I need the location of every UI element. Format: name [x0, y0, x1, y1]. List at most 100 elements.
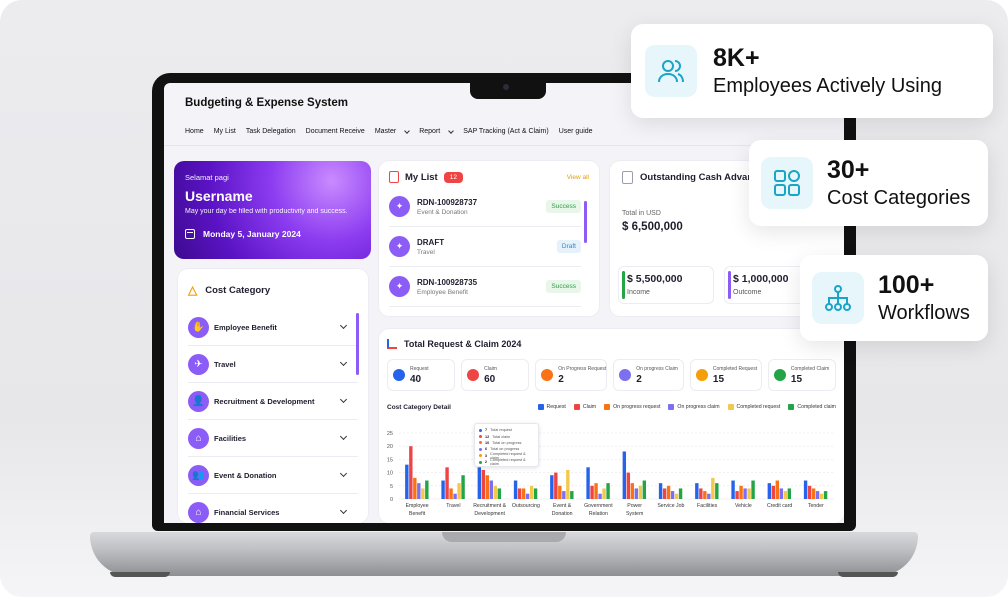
chart-bar[interactable]	[775, 480, 780, 499]
chevron-down-icon[interactable]	[339, 469, 348, 478]
view-all-link[interactable]: View all	[567, 174, 589, 181]
cost-category-item[interactable]: ⌂ Financial Services	[188, 494, 358, 523]
chart-bar[interactable]	[658, 483, 663, 499]
chart-bar[interactable]	[783, 491, 788, 499]
chart-bar[interactable]	[485, 475, 490, 499]
chart-bar[interactable]	[493, 485, 498, 499]
nav-item[interactable]: User guide	[559, 128, 593, 135]
chart-bar[interactable]	[630, 483, 635, 499]
stat-card: On progress Claim 2	[613, 359, 684, 391]
cost-category-item[interactable]: ⌂ Facilities	[188, 420, 358, 457]
chart-bar[interactable]	[678, 488, 683, 499]
chart-bar[interactable]	[521, 488, 526, 499]
chart-bar[interactable]	[586, 467, 590, 499]
chevron-down-icon[interactable]	[339, 358, 348, 367]
chart-bar[interactable]	[735, 491, 739, 499]
chart-bar[interactable]	[517, 488, 522, 499]
cost-category-item[interactable]: ✈ Travel	[188, 346, 358, 383]
my-list-item[interactable]: ✦ RDN-100928737 Event & Donation Success	[389, 187, 581, 227]
chart-bar[interactable]	[554, 472, 558, 499]
chevron-down-icon[interactable]	[339, 506, 348, 515]
chart-bar[interactable]	[666, 485, 671, 499]
chart-bar[interactable]	[747, 488, 751, 499]
chevron-down-icon[interactable]	[339, 321, 348, 330]
cost-category-item[interactable]: ✋ Employee Benefit	[188, 309, 358, 346]
chart-bar[interactable]	[767, 483, 772, 499]
chart-bar[interactable]	[707, 493, 711, 499]
chart-bar[interactable]	[481, 469, 486, 499]
cost-category-item[interactable]: 👥 Event & Donation	[188, 457, 358, 494]
chart-bar[interactable]	[558, 485, 562, 499]
chart-bar[interactable]	[699, 488, 703, 499]
chart-bar[interactable]	[819, 493, 824, 499]
chart-bar[interactable]	[562, 491, 566, 499]
chart-bar[interactable]	[731, 480, 735, 499]
chart-bar[interactable]	[811, 488, 816, 499]
nav-item[interactable]: Report	[419, 127, 455, 135]
chart-bar[interactable]	[457, 483, 461, 499]
chart-bar[interactable]	[405, 464, 409, 499]
chart-bar[interactable]	[513, 480, 518, 499]
chart-bar[interactable]	[602, 488, 606, 499]
nav-item[interactable]: Document Receive	[306, 128, 365, 135]
chart-bar[interactable]	[409, 446, 413, 499]
chart-bar[interactable]	[642, 480, 647, 499]
chart-bar[interactable]	[771, 485, 776, 499]
chart-bar[interactable]	[670, 491, 675, 499]
chart-bar[interactable]	[674, 493, 679, 499]
chart-bar[interactable]	[497, 488, 502, 499]
chart-bar[interactable]	[413, 477, 417, 499]
chevron-down-icon[interactable]	[339, 432, 348, 441]
chart-bar[interactable]	[566, 469, 570, 499]
chart-bar[interactable]	[606, 483, 610, 499]
chart-bar[interactable]	[594, 483, 598, 499]
my-list-scrollbar[interactable]	[584, 201, 587, 243]
chart-bar[interactable]	[533, 488, 538, 499]
chart-bar[interactable]	[570, 491, 574, 499]
chart-bar[interactable]	[489, 480, 494, 499]
nav-item[interactable]: SAP Tracking (Act & Claim)	[463, 128, 548, 135]
my-list-item[interactable]: ✦ DRAFT Travel Draft	[389, 227, 581, 267]
chart-bar[interactable]	[803, 480, 808, 499]
chart-bar[interactable]	[743, 488, 747, 499]
nav-item[interactable]: Home	[185, 128, 204, 135]
chevron-down-icon[interactable]	[339, 395, 348, 404]
cost-category-item[interactable]: 👤 Recruitment & Development	[188, 383, 358, 420]
chart-bar[interactable]	[807, 485, 812, 499]
nav-item[interactable]: My List	[214, 128, 236, 135]
chart-bar[interactable]	[751, 480, 755, 499]
chart-bar[interactable]	[529, 485, 534, 499]
chart-bar[interactable]	[823, 491, 828, 499]
chart-bar[interactable]	[417, 483, 421, 499]
chart-bar[interactable]	[449, 488, 453, 499]
chart-bar[interactable]	[598, 493, 602, 499]
chart-bar[interactable]	[453, 493, 457, 499]
chart-bar[interactable]	[695, 483, 699, 499]
chart-bar[interactable]	[662, 488, 667, 499]
chart-bar[interactable]	[425, 480, 429, 499]
chart-bar[interactable]	[715, 483, 719, 499]
nav-item[interactable]: Task Delegation	[246, 128, 296, 135]
chart-bar[interactable]	[787, 488, 792, 499]
chart-bar[interactable]	[477, 467, 482, 499]
chart-bar[interactable]	[441, 480, 445, 499]
income-indicator	[622, 271, 625, 299]
my-list-item[interactable]: ✦ RDN-100928735 Employee Benefit Success	[389, 267, 581, 307]
chart-bar[interactable]	[711, 477, 715, 499]
chart-bar[interactable]	[638, 485, 643, 499]
chart-bar[interactable]	[739, 485, 743, 499]
chart-bar[interactable]	[815, 491, 820, 499]
chart-bar[interactable]	[445, 467, 449, 499]
chart-bar[interactable]	[525, 493, 530, 499]
chart-bar[interactable]	[590, 485, 594, 499]
chart-bar[interactable]	[703, 491, 707, 499]
chart-bar[interactable]	[779, 488, 784, 499]
chart-bar[interactable]	[634, 488, 639, 499]
chart-bar[interactable]	[461, 475, 465, 499]
cost-category-scrollbar[interactable]	[356, 313, 359, 375]
chart-bar[interactable]	[421, 488, 425, 499]
chart-bar[interactable]	[626, 472, 631, 499]
chart-bar[interactable]	[550, 475, 554, 499]
nav-item[interactable]: Master	[375, 127, 411, 135]
chart-bar[interactable]	[622, 451, 627, 499]
